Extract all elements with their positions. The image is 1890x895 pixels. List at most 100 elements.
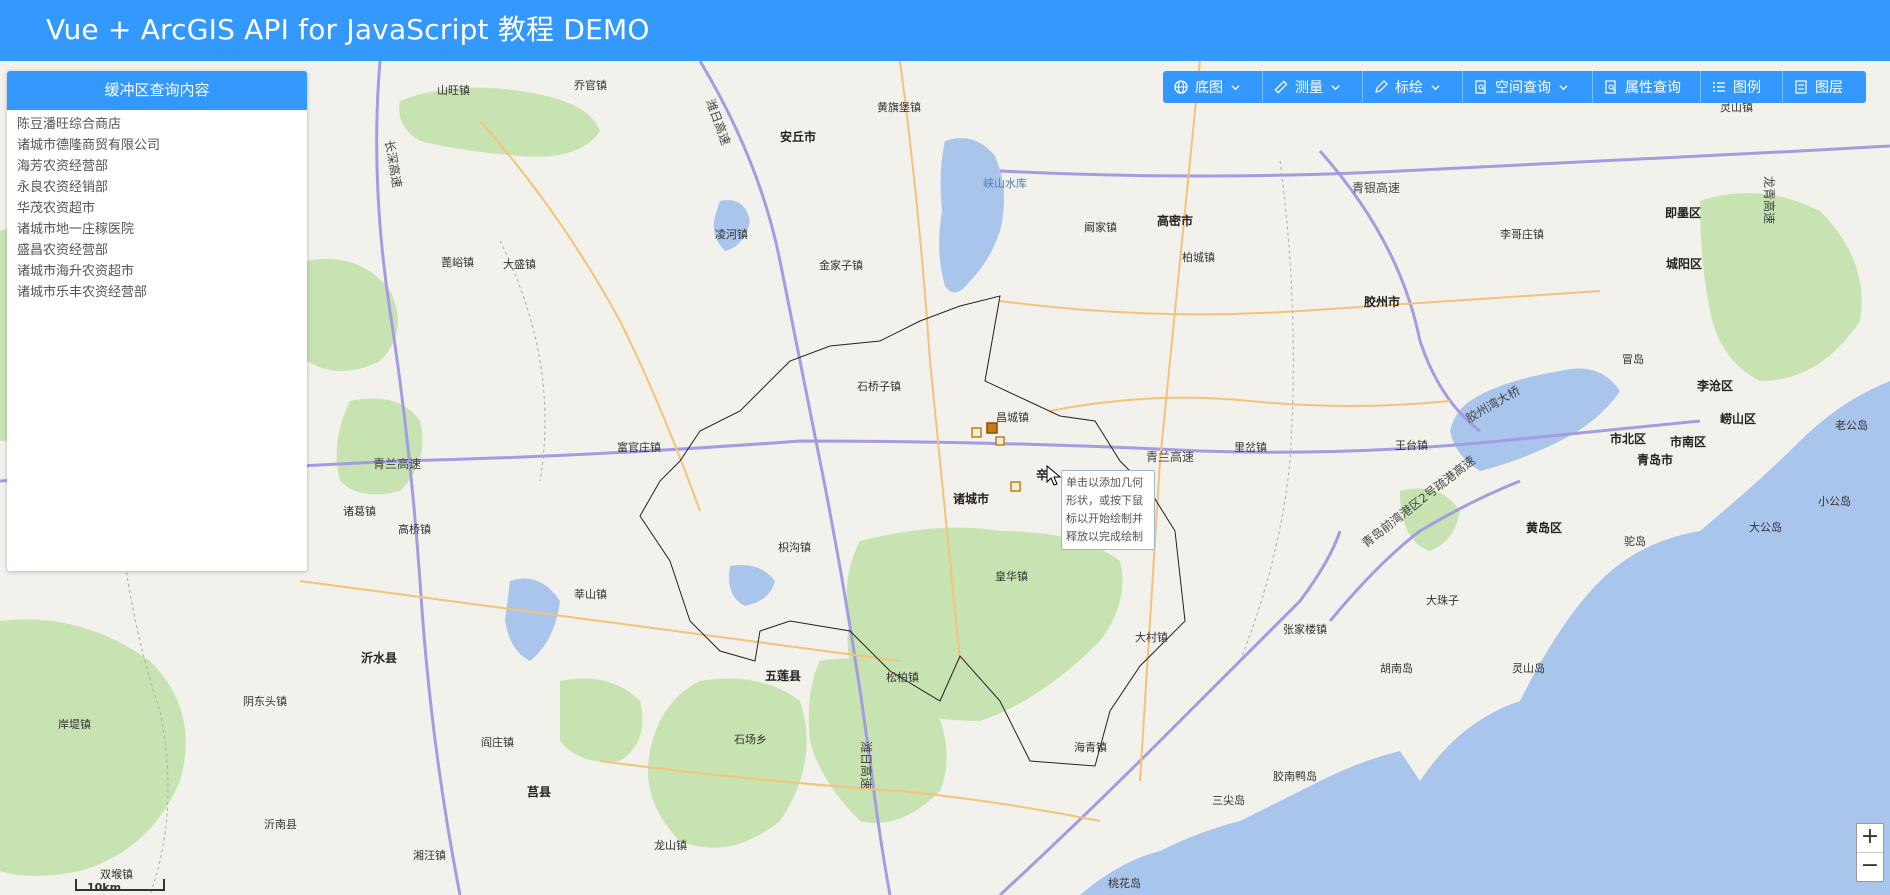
pen-icon <box>1375 80 1388 93</box>
layers-button[interactable]: 图层 <box>1783 71 1866 103</box>
map-label: 潍日高速 <box>859 741 874 789</box>
map-label: 莒县 <box>527 784 551 799</box>
map-label: 蓖峪镇 <box>441 255 474 269</box>
map-label: 枳沟镇 <box>778 540 811 554</box>
poi-marker <box>971 427 982 438</box>
map-label: 大村镇 <box>1135 630 1168 644</box>
list-item[interactable]: 诸城市德隆商贸有限公司 <box>17 135 307 156</box>
attribute-query-button[interactable]: 属性查询 <box>1593 71 1701 103</box>
zoom-in-button[interactable]: + <box>1857 824 1883 852</box>
spatial-query-label: 空间查询 <box>1495 80 1551 96</box>
map-label: 石场乡 <box>734 732 767 746</box>
map-label: 城阳区 <box>1666 256 1702 271</box>
map-label: 柏城镇 <box>1182 250 1215 264</box>
green-area-6 <box>648 678 807 848</box>
layers-label: 图层 <box>1815 80 1843 96</box>
map-label: 冒岛 <box>1622 352 1644 366</box>
map-label: 崂山区 <box>1720 411 1756 426</box>
map-label: 莘山镇 <box>574 587 607 601</box>
list-item[interactable]: 陈豆潘旺综合商店 <box>17 114 307 135</box>
list-icon <box>1713 82 1725 92</box>
result-list: 陈豆潘旺综合商店 诸城市德隆商贸有限公司 海芳农资经营部 永良农资经销部 华茂农… <box>7 110 307 303</box>
map-label: 安丘市 <box>780 129 816 144</box>
poi-marker <box>1010 481 1021 492</box>
green-area-11 <box>560 678 643 762</box>
map-label: 潍日高速 <box>703 97 734 147</box>
chevron-down-icon <box>1431 84 1440 90</box>
draw-tooltip: 单击以添加几何形状，或按下鼠标以开始绘制并释放以完成绘制 <box>1061 470 1155 550</box>
map-label: 辛 <box>1036 467 1048 482</box>
ruler-icon <box>1274 80 1288 94</box>
map-label: 海青镇 <box>1074 740 1107 754</box>
green-area-8 <box>0 619 186 876</box>
scale-label: 10km <box>87 881 122 894</box>
map-label: 驼岛 <box>1624 534 1646 548</box>
map-label: 阚家镇 <box>1084 220 1117 234</box>
map-label: 胶南鸭岛 <box>1273 769 1317 783</box>
list-item[interactable]: 诸城市地一庄稼医院 <box>17 219 307 240</box>
map-label: 青银高速 <box>1352 180 1400 195</box>
list-item[interactable]: 海芳农资经营部 <box>17 156 307 177</box>
map-label: 松柏镇 <box>886 670 919 684</box>
map-label: 石桥子镇 <box>857 379 901 393</box>
panel-title: 缓冲区查询内容 <box>7 71 307 110</box>
map-label: 诸葛镇 <box>343 504 376 518</box>
document-search-icon <box>1605 80 1616 94</box>
map-label: 皇华镇 <box>995 569 1028 583</box>
app-header: Vue + ArcGIS API for JavaScript 教程 DEMO <box>0 0 1890 61</box>
attribute-query-label: 属性查询 <box>1625 80 1681 96</box>
map-label: 昌城镇 <box>996 410 1029 424</box>
map-label: 长深高速 <box>382 139 405 189</box>
xiashan-reservoir <box>939 138 1004 293</box>
draw-button[interactable]: 标绘 <box>1363 71 1463 103</box>
map-label: 大公岛 <box>1749 520 1782 534</box>
map-label: 胡南岛 <box>1380 661 1413 675</box>
map-label: 李哥庄镇 <box>1500 227 1544 241</box>
zoom-out-button[interactable]: − <box>1857 852 1883 881</box>
map-label: 凌河镇 <box>715 227 748 241</box>
list-item[interactable]: 华茂农资超市 <box>17 198 307 219</box>
legend-label: 图例 <box>1733 80 1761 96</box>
map-label: 三尖岛 <box>1212 793 1245 807</box>
green-area-9 <box>1700 193 1862 381</box>
legend-button[interactable]: 图例 <box>1701 71 1783 103</box>
app-title: Vue + ArcGIS API for JavaScript 教程 DEMO <box>46 13 650 46</box>
map-label: 灵山岛 <box>1512 661 1545 675</box>
layers-icon <box>1795 80 1807 94</box>
map-label: 市北区 <box>1610 431 1646 446</box>
globe-icon <box>1174 80 1188 94</box>
map-label: 高密市 <box>1157 213 1193 228</box>
poi-marker <box>986 422 998 434</box>
map-label: 阎庄镇 <box>481 735 514 749</box>
measure-button[interactable]: 测量 <box>1263 71 1363 103</box>
poi-marker <box>995 436 1005 446</box>
basemap-button[interactable]: 底图 <box>1163 71 1263 103</box>
basemap-label: 底图 <box>1195 80 1223 96</box>
map-label: 五莲县 <box>765 668 801 683</box>
map-label: 富官庄镇 <box>617 440 661 454</box>
map-label: 峡山水库 <box>983 176 1027 190</box>
zoom-control: + − <box>1856 823 1884 882</box>
map-label: 黄岛区 <box>1526 520 1562 535</box>
list-item[interactable]: 诸城市乐丰农资经营部 <box>17 282 307 303</box>
map-label: 桃花岛 <box>1108 876 1141 890</box>
lake-west <box>713 200 750 251</box>
map-label: 乔官镇 <box>574 78 607 92</box>
map-label: 黄旗堡镇 <box>877 100 921 114</box>
map-label: 金家子镇 <box>819 258 863 272</box>
map-label: 李沧区 <box>1696 378 1733 393</box>
list-item[interactable]: 永良农资经销部 <box>17 177 307 198</box>
map-label: 岸堤镇 <box>58 717 91 731</box>
map-label: 阴东头镇 <box>243 694 287 708</box>
sea-coast-south <box>1080 751 1420 895</box>
lake-sw <box>505 578 560 661</box>
chevron-down-icon <box>1559 84 1568 90</box>
spatial-query-button[interactable]: 空间查询 <box>1463 71 1593 103</box>
list-item[interactable]: 盛昌农资经营部 <box>17 240 307 261</box>
map-label: 湘汪镇 <box>413 848 446 862</box>
map-label: 张家楼镇 <box>1283 622 1327 636</box>
list-item[interactable]: 诸城市海升农资超市 <box>17 261 307 282</box>
map-label: 即墨区 <box>1665 206 1701 220</box>
draw-label: 标绘 <box>1395 80 1423 96</box>
qingyin-expressway <box>999 144 1890 178</box>
